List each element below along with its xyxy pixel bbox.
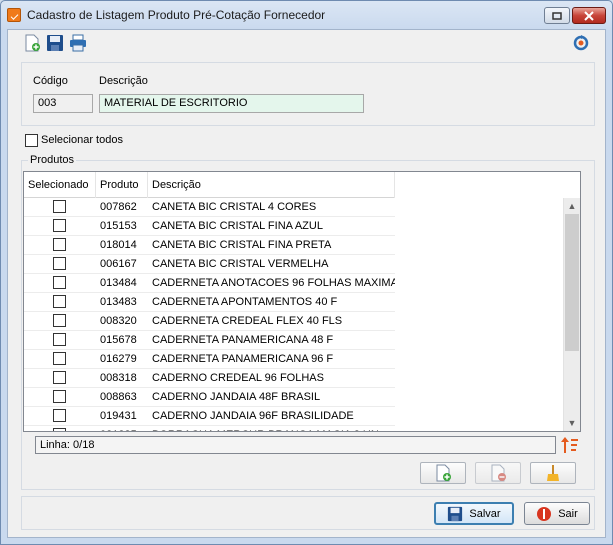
row-select-checkbox[interactable]	[53, 276, 66, 289]
row-select-checkbox[interactable]	[53, 219, 66, 232]
broom-icon	[547, 465, 559, 481]
column-header-produto[interactable]: Produto	[96, 172, 148, 198]
title-bar[interactable]: Cadastro de Listagem Produto Pré-Cotação…	[1, 1, 612, 29]
table-row[interactable]: 016279 CADERNETA PANAMERICANA 96 F	[24, 350, 395, 369]
produto-cell: 008320	[100, 315, 137, 327]
produtos-group-label: Produtos	[28, 154, 77, 166]
descricao-label: Descrição	[99, 75, 148, 87]
table-row[interactable]: 008320 CADERNETA CREDEAL FLEX 40 FLS	[24, 312, 395, 331]
save-icon	[448, 506, 463, 521]
table-row[interactable]: 021335BORRACHA MERCUR BRANCA MACIA 2 UN	[24, 426, 395, 431]
table-row[interactable]: 015678 CADERNETA PANAMERICANA 48 F	[24, 331, 395, 350]
sort-icon[interactable]	[560, 435, 580, 455]
row-select-checkbox[interactable]	[53, 371, 66, 384]
row-select-checkbox[interactable]	[53, 314, 66, 327]
app-window: Cadastro de Listagem Produto Pré-Cotação…	[0, 0, 613, 545]
restore-icon	[552, 11, 562, 20]
descricao-cell: CADERNO JANDAIA 48F BRASIL	[152, 391, 321, 403]
produto-cell: 019431	[100, 410, 137, 422]
table-row[interactable]: 008863 CADERNO JANDAIA 48F BRASIL	[24, 388, 395, 407]
vertical-scrollbar[interactable]: ▲ ▼	[563, 198, 580, 431]
close-button[interactable]	[572, 7, 606, 24]
salvar-button[interactable]: Salvar	[434, 502, 514, 525]
row-select-checkbox[interactable]	[53, 409, 66, 422]
table-row[interactable]: 013484 CADERNETA ANOTACOES 96 FOLHAS MAXI…	[24, 274, 395, 293]
descricao-cell: CANETA BIC CRISTAL 4 CORES	[152, 201, 317, 213]
produto-cell: 021335	[96, 426, 148, 431]
remove-item-button[interactable]	[475, 462, 521, 484]
table-row[interactable]: 015153 CANETA BIC CRISTAL FINA AZUL	[24, 217, 395, 236]
produto-cell: 016279	[100, 353, 137, 365]
status-bar: Linha: 0/18	[35, 436, 556, 454]
descricao-cell: CADERNETA APONTAMENTOS 40 F	[152, 296, 338, 308]
produto-cell: 008863	[100, 391, 137, 403]
scroll-up-icon[interactable]: ▲	[564, 198, 580, 214]
sair-button[interactable]: Sair	[524, 502, 590, 525]
produto-cell: 013484	[100, 277, 137, 289]
produto-cell: 015153	[100, 220, 137, 232]
refresh-icon[interactable]	[572, 34, 590, 52]
codigo-label: Código	[33, 75, 68, 87]
restore-button[interactable]	[544, 7, 570, 24]
table-row[interactable]: 019431 CADERNO JANDAIA 96F BRASILIDADE	[24, 407, 395, 426]
descricao-field[interactable]: MATERIAL DE ESCRITORIO	[99, 94, 364, 113]
descricao-cell: BORRACHA MERCUR BRANCA MACIA 2 UN	[148, 426, 395, 431]
descricao-cell: CADERNO JANDAIA 96F BRASILIDADE	[152, 410, 354, 422]
new-document-icon[interactable]	[23, 34, 41, 52]
header-group: Código Descrição 003 MATERIAL DE ESCRITO…	[21, 62, 595, 126]
add-item-button[interactable]	[420, 462, 466, 484]
row-select-checkbox[interactable]	[53, 352, 66, 365]
print-icon[interactable]	[69, 34, 87, 52]
table-row[interactable]: 006167 CANETA BIC CRISTAL VERMELHA	[24, 255, 395, 274]
remove-document-icon	[491, 464, 506, 482]
grid-header: Selecionado Produto Descrição	[24, 172, 395, 198]
row-select-checkbox[interactable]	[53, 428, 66, 431]
row-select-checkbox[interactable]	[53, 238, 66, 251]
descricao-cell: CANETA BIC CRISTAL FINA AZUL	[152, 220, 323, 232]
select-all-label[interactable]: Selecionar todos	[41, 134, 123, 146]
descricao-cell: CADERNO CREDEAL 96 FOLHAS	[152, 372, 324, 384]
window-title: Cadastro de Listagem Produto Pré-Cotação…	[27, 8, 326, 22]
scroll-down-icon[interactable]: ▼	[564, 415, 580, 431]
exit-icon	[537, 506, 552, 521]
row-select-checkbox[interactable]	[53, 200, 66, 213]
codigo-field[interactable]: 003	[33, 94, 93, 113]
produto-cell: 007862	[100, 201, 137, 213]
clear-button[interactable]	[530, 462, 576, 484]
scroll-thumb[interactable]	[565, 214, 579, 351]
client-area: Código Descrição 003 MATERIAL DE ESCRITO…	[7, 29, 606, 538]
descricao-cell: CANETA BIC CRISTAL FINA PRETA	[152, 239, 332, 251]
produto-cell: 006167	[100, 258, 137, 270]
row-select-checkbox[interactable]	[53, 295, 66, 308]
produto-cell: 008318	[100, 372, 137, 384]
descricao-cell: CADERNETA ANOTACOES 96 FOLHAS MAXIMA	[152, 277, 395, 289]
table-row[interactable]: 008318 CADERNO CREDEAL 96 FOLHAS	[24, 369, 395, 388]
descricao-cell: CADERNETA PANAMERICANA 48 F	[152, 334, 334, 346]
close-icon	[584, 10, 594, 21]
select-all-checkbox[interactable]	[25, 134, 38, 147]
produto-cell: 015678	[100, 334, 137, 346]
produto-cell: 018014	[100, 239, 137, 251]
descricao-cell: CANETA BIC CRISTAL VERMELHA	[152, 258, 329, 270]
descricao-cell: CADERNETA PANAMERICANA 96 F	[152, 353, 334, 365]
save-icon[interactable]	[46, 34, 64, 52]
app-icon	[7, 8, 21, 22]
add-document-icon	[436, 464, 451, 482]
produto-cell: 013483	[100, 296, 137, 308]
descricao-cell: CADERNETA CREDEAL FLEX 40 FLS	[152, 315, 343, 327]
row-select-checkbox[interactable]	[53, 390, 66, 403]
table-row[interactable]: 007862 CANETA BIC CRISTAL 4 CORES	[24, 198, 395, 217]
row-select-checkbox[interactable]	[53, 333, 66, 346]
produtos-grid[interactable]: Selecionado Produto Descrição 007862 CANE…	[23, 171, 581, 432]
column-header-descricao[interactable]: Descrição	[148, 172, 395, 198]
table-row[interactable]: 018014 CANETA BIC CRISTAL FINA PRETA	[24, 236, 395, 255]
sair-label: Sair	[558, 507, 578, 520]
row-select-checkbox[interactable]	[53, 257, 66, 270]
table-row[interactable]: 013483 CADERNETA APONTAMENTOS 40 F	[24, 293, 395, 312]
salvar-label: Salvar	[469, 507, 501, 520]
toolbar	[8, 30, 605, 58]
column-header-selecionado[interactable]: Selecionado	[24, 172, 96, 198]
